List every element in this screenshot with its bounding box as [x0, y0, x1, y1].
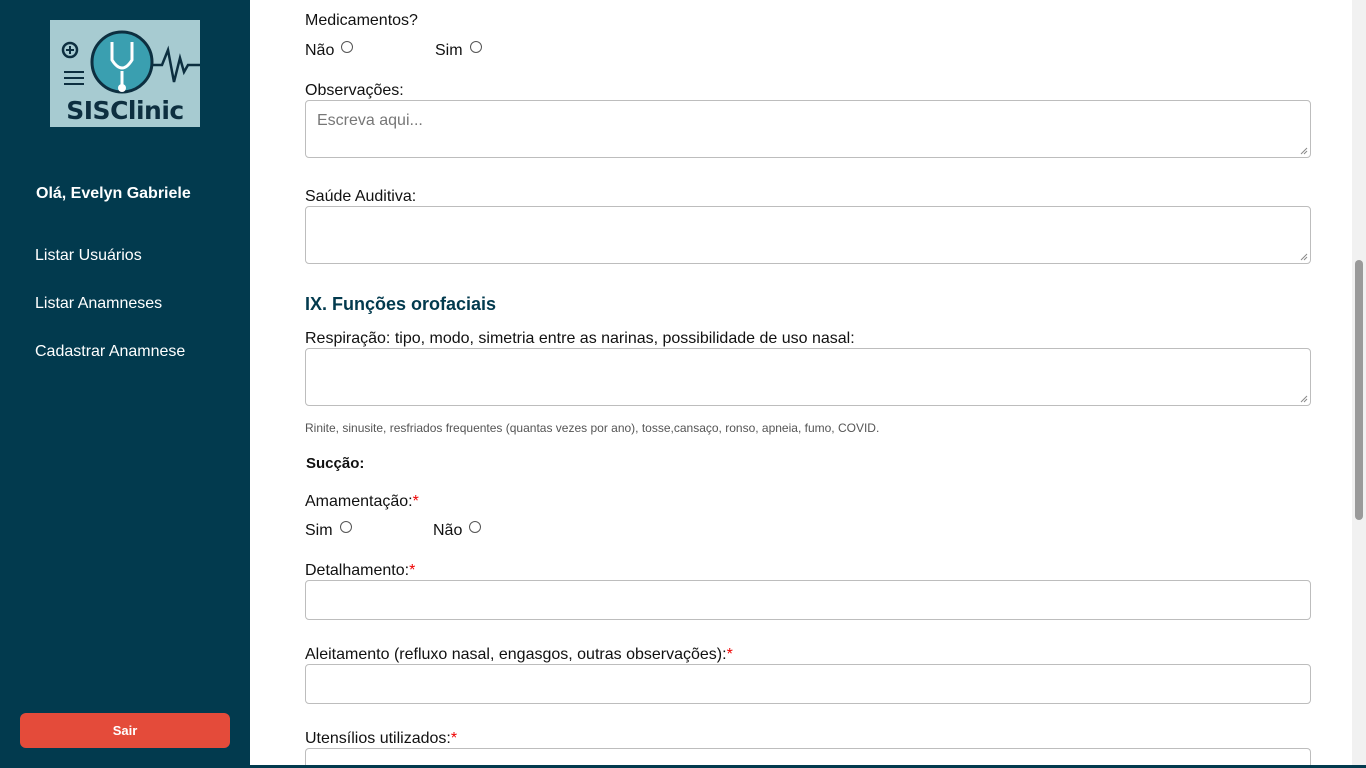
radio-button[interactable]	[469, 41, 482, 53]
nav-cadastrar-anamnese[interactable]: Cadastrar Anamnese	[35, 343, 185, 361]
amamentacao-label-text: Amamentação:	[305, 493, 413, 510]
detalhamento-input[interactable]	[305, 580, 1311, 620]
saude-auditiva-textarea[interactable]	[305, 206, 1311, 264]
sidebar: SISClinic Olá, Evelyn Gabriele Listar Us…	[0, 0, 250, 768]
page-scrollbar[interactable]	[1352, 0, 1366, 768]
option-label: Não	[433, 522, 463, 539]
anamnese-form: Medicamentos? Não Sim Observações: Escre…	[250, 0, 1352, 768]
saude-auditiva-label: Saúde Auditiva:	[305, 188, 417, 205]
medicamentos-radio-group: Não Sim	[305, 41, 565, 60]
respiracao-label: Respiração: tipo, modo, simetria entre a…	[305, 330, 855, 347]
option-label: Não	[305, 42, 335, 59]
option-label: Sim	[305, 522, 333, 539]
amamentacao-radio-group: Sim Não	[305, 521, 563, 540]
scrollbar-thumb[interactable]	[1355, 260, 1363, 520]
aleitamento-label: Aleitamento (refluxo nasal, engasgos, ou…	[305, 646, 733, 664]
amamentacao-label: Amamentação:*	[305, 493, 419, 511]
amamentacao-option-nao[interactable]: Não	[433, 521, 563, 540]
medicamentos-option-sim[interactable]: Sim	[435, 41, 565, 60]
required-marker: *	[412, 493, 419, 510]
medicamentos-option-nao[interactable]: Não	[305, 41, 435, 60]
resize-handle-icon[interactable]	[1300, 147, 1308, 155]
sisclinic-logo: SISClinic	[50, 20, 200, 127]
user-greeting: Olá, Evelyn Gabriele	[36, 185, 191, 202]
logout-button[interactable]: Sair	[20, 713, 230, 748]
detalhamento-label: Detalhamento:*	[305, 562, 415, 580]
required-marker: *	[726, 646, 733, 663]
resize-handle-icon[interactable]	[1300, 253, 1308, 261]
radio-button[interactable]	[469, 521, 482, 533]
radio-button[interactable]	[339, 521, 352, 533]
logo-text: SISClinic	[66, 96, 184, 125]
respiracao-hint: Rinite, sinusite, resfriados frequentes …	[305, 421, 880, 435]
nav-listar-anamneses[interactable]: Listar Anamneses	[35, 295, 162, 313]
observacoes-placeholder: Escreva aqui...	[317, 112, 423, 129]
observacoes-textarea[interactable]: Escreva aqui...	[305, 100, 1311, 158]
utensilios-label: Utensílios utilizados:*	[305, 730, 457, 748]
respiracao-textarea[interactable]	[305, 348, 1311, 406]
resize-handle-icon[interactable]	[1300, 395, 1308, 403]
aleitamento-label-text: Aleitamento (refluxo nasal, engasgos, ou…	[305, 646, 727, 663]
detalhamento-label-text: Detalhamento:	[305, 562, 410, 579]
medicamentos-label: Medicamentos?	[305, 12, 418, 29]
radio-button[interactable]	[341, 41, 354, 53]
section-title-funcoes-orofaciais: IX. Funções orofaciais	[305, 294, 497, 314]
succao-heading: Sucção:	[306, 455, 365, 472]
amamentacao-option-sim[interactable]: Sim	[305, 521, 433, 540]
utensilios-label-text: Utensílios utilizados:	[305, 730, 451, 747]
nav-listar-usuarios[interactable]: Listar Usuários	[35, 247, 142, 265]
required-marker: *	[450, 730, 458, 747]
required-marker: *	[409, 562, 416, 579]
aleitamento-input[interactable]	[305, 664, 1311, 704]
option-label: Sim	[435, 42, 463, 59]
observacoes-label: Observações:	[305, 82, 404, 99]
